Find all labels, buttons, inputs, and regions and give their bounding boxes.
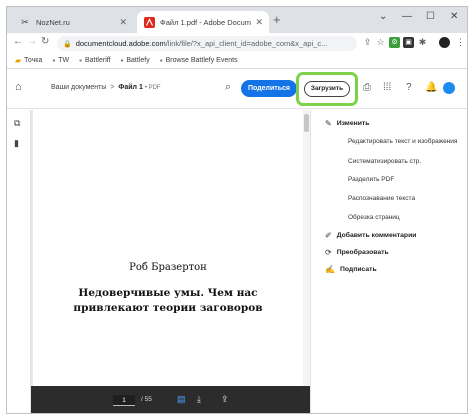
scrollbar-thumb[interactable]: [304, 114, 309, 132]
close-icon[interactable]: ✕: [119, 17, 127, 28]
puzzle-icon[interactable]: ✱: [417, 37, 428, 48]
breadcrumb-root[interactable]: Ваши документы: [51, 84, 106, 91]
upload-button[interactable]: Загрузить: [304, 81, 350, 97]
close-icon[interactable]: ✕: [255, 17, 263, 28]
maximize-button[interactable]: ☐: [426, 11, 435, 22]
help-icon[interactable]: ?: [406, 82, 412, 93]
download-icon[interactable]: ⤓: [197, 394, 201, 405]
bookmark-item[interactable]: ▰ Точка: [15, 56, 42, 65]
browser-toolbar: ← → ↻ 🔒 documentcloud.adobe.com /link/fi…: [7, 33, 467, 53]
tab-strip: ✂ NozNet.ru ✕ Файл 1.pdf - Adobe Documen…: [7, 7, 467, 33]
new-tab-button[interactable]: +: [273, 13, 281, 27]
reload-button[interactable]: ↻: [41, 36, 49, 47]
search-icon[interactable]: ⌕: [225, 81, 231, 94]
comment-icon: ✐: [325, 231, 332, 240]
upload-icon[interactable]: ⇪: [221, 394, 229, 405]
lock-icon: 🔒: [63, 40, 72, 48]
bookmarks-bar: ▰ Точка ▪ TW ▪ Battleriff ▪ Battlefy ▪ B…: [7, 53, 467, 69]
left-rail: ⧉ ▮: [7, 110, 31, 413]
comment-section[interactable]: ✐ Добавить комментарии: [325, 231, 416, 240]
vertical-scrollbar[interactable]: [303, 110, 310, 386]
share-icon[interactable]: ⇪: [362, 37, 373, 48]
bookmark-label: TW: [58, 57, 70, 64]
page-icon: ▪: [79, 56, 82, 65]
save-icon[interactable]: ▤: [177, 394, 186, 405]
bookmark-label: Browse Battlefy Events: [165, 57, 238, 64]
pdf-page: Роб Бразертон Недоверчивые умы. Чем нас …: [33, 110, 303, 386]
close-window-button[interactable]: ✕: [450, 11, 458, 22]
folder-icon: ▰: [15, 56, 22, 65]
tool-ocr[interactable]: Распознавание текста: [348, 195, 415, 202]
bell-icon[interactable]: 🔔: [425, 82, 437, 93]
sign-section[interactable]: ✍ Подписать: [325, 265, 377, 274]
document-author: Роб Бразертон: [129, 262, 207, 273]
account-avatar[interactable]: [443, 82, 455, 94]
tools-panel: ✎ Изменить Редактировать текст и изображ…: [310, 110, 467, 413]
highlight-box: Загрузить: [296, 72, 358, 106]
avatar[interactable]: [439, 37, 450, 48]
tab-title: NozNet.ru: [36, 17, 70, 27]
tab-adobe-document[interactable]: Файл 1.pdf - Adobe Document ✕: [137, 11, 269, 33]
tool-split-pdf[interactable]: Разделить PDF: [348, 176, 394, 183]
apps-grid-icon[interactable]: ⁞⁞⁞: [383, 82, 391, 93]
back-button[interactable]: ←: [13, 36, 23, 47]
bookmark-item[interactable]: ▪ Browse Battlefy Events: [160, 56, 238, 65]
bookmark-item[interactable]: ▪ Battlefy: [121, 56, 150, 65]
acrobat-icon: [143, 16, 155, 28]
page-navigation-bar: 1 / 55 ▤ ⤓ ⇪: [31, 386, 310, 413]
url-path: /link/file/?x_api_client_id=adobe_com&x_…: [165, 39, 328, 48]
bookmark-icon[interactable]: ▮: [14, 138, 19, 149]
sign-icon: ✍: [325, 265, 335, 274]
tab-title: Файл 1.pdf - Adobe Document: [160, 17, 252, 27]
tool-edit-text[interactable]: Редактировать текст и изображения: [348, 138, 457, 145]
thumbnails-icon[interactable]: ⧉: [14, 118, 20, 129]
tool-crop[interactable]: Обрезка страниц: [348, 214, 400, 221]
url-host: documentcloud.adobe.com: [75, 39, 166, 48]
minimize-button[interactable]: —: [402, 11, 412, 22]
extension-icon[interactable]: ▣: [403, 37, 414, 48]
home-icon[interactable]: ⌂: [15, 81, 22, 93]
edit-icon: ✎: [325, 119, 332, 128]
convert-icon: ⟳: [325, 248, 332, 257]
page-icon: ▪: [120, 56, 124, 65]
document-viewer[interactable]: Роб Бразертон Недоверчивые умы. Чем нас …: [31, 110, 303, 386]
tool-organize-pages[interactable]: Систематизировать стр.: [348, 158, 421, 165]
file-type: • PDF: [144, 85, 161, 91]
page-icon: ▪: [159, 56, 163, 65]
total-pages: / 55: [141, 396, 152, 403]
browser-window: ✂ NozNet.ru ✕ Файл 1.pdf - Adobe Documen…: [6, 6, 468, 414]
bookmark-label: Battlefy: [126, 57, 150, 64]
print-icon[interactable]: ⎙: [363, 82, 371, 93]
scissors-icon: ✂: [21, 16, 29, 27]
file-name: Файл 1: [118, 84, 143, 91]
forward-button[interactable]: →: [27, 36, 37, 47]
document-title: Недоверчивые умы. Чем нас привлекают тео…: [73, 287, 263, 314]
bookmark-item[interactable]: ▪ Battleriff: [79, 56, 110, 65]
bookmark-label: Точка: [24, 57, 43, 64]
menu-icon[interactable]: ⋮: [455, 37, 466, 48]
extension-icon[interactable]: ⚙: [389, 37, 400, 48]
chevron-down-icon[interactable]: ⌄: [379, 11, 387, 22]
share-button[interactable]: Поделиться: [241, 80, 297, 97]
star-icon[interactable]: ☆: [375, 37, 386, 48]
app-header: ⌂ Ваши документы > Файл 1 • PDF ⌕ Подели…: [7, 69, 467, 109]
page-icon: ▪: [52, 56, 56, 65]
breadcrumb-separator: >: [110, 84, 115, 91]
bookmark-label: Battleriff: [84, 57, 111, 64]
address-bar[interactable]: 🔒 documentcloud.adobe.com /link/file/?x_…: [57, 36, 357, 51]
convert-section[interactable]: ⟳ Преобразовать: [325, 248, 389, 257]
breadcrumb: Ваши документы > Файл 1 • PDF: [51, 84, 161, 91]
bookmark-item[interactable]: ▪ TW: [52, 56, 69, 65]
tab-noznet[interactable]: ✂ NozNet.ru ✕: [13, 11, 133, 33]
edit-section[interactable]: ✎ Изменить: [325, 119, 369, 128]
page-number-input[interactable]: 1: [113, 395, 135, 406]
